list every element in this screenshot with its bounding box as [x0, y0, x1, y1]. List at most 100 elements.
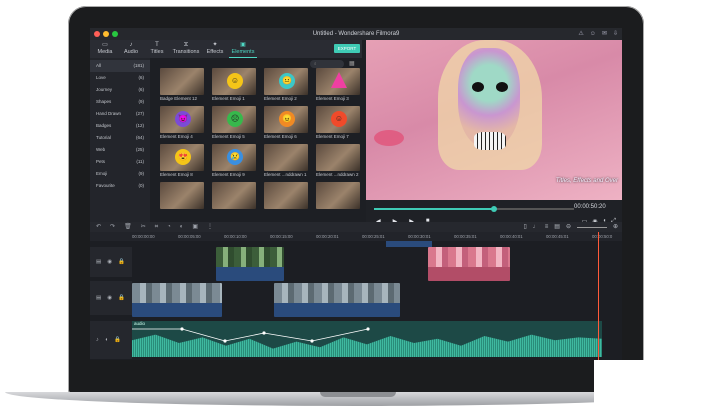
- category-item[interactable]: Favourite (0): [90, 180, 150, 192]
- tab-media[interactable]: ▭ Media: [93, 40, 117, 58]
- title-clip[interactable]: [386, 241, 432, 247]
- mic-icon[interactable]: ♩: [533, 222, 539, 232]
- element-thumbnail[interactable]: [264, 182, 308, 217]
- search-input[interactable]: ⌕: [310, 60, 344, 68]
- category-item[interactable]: Love (6): [90, 72, 150, 84]
- split-icon[interactable]: ⋮: [207, 222, 213, 232]
- message-icon[interactable]: ✉: [602, 28, 607, 40]
- crop-icon[interactable]: ⌗: [155, 222, 158, 232]
- tab-titles[interactable]: T Titles: [145, 40, 169, 58]
- redo-icon[interactable]: ↷: [110, 222, 115, 232]
- element-thumbnail[interactable]: ☺ Element Emoji 1: [212, 68, 256, 103]
- title-bar: Untitled - Wondershare Filmora9 ⚠ ☺ ✉ ⇩: [90, 28, 622, 40]
- element-label: Element Emoji 5: [212, 134, 245, 139]
- tab-elements[interactable]: ▣ Elements: [229, 40, 257, 58]
- ruler-tick-label: 00:00:50:0: [592, 234, 613, 239]
- element-label: Element Emoji 7: [316, 134, 349, 139]
- playback-progress[interactable]: [374, 206, 574, 212]
- tab-transitions[interactable]: ⧖ Transitions: [171, 40, 201, 58]
- element-label: Badge Element 12: [160, 96, 198, 101]
- music-icon: ♪: [129, 42, 133, 48]
- category-count: (25): [135, 147, 144, 152]
- tab-label: Effects: [206, 49, 224, 55]
- ruler-tick-label: 00:00:35:01: [454, 234, 477, 239]
- category-item[interactable]: Web (25): [90, 144, 150, 156]
- speed-icon[interactable]: ◔: [167, 222, 171, 232]
- color-icon[interactable]: ◐: [180, 222, 184, 232]
- category-item[interactable]: Badges (12): [90, 120, 150, 132]
- minimize-window-button[interactable]: [103, 31, 109, 37]
- green-screen-icon[interactable]: ▣: [192, 222, 198, 232]
- audio-clip[interactable]: audio: [132, 321, 602, 357]
- element-thumbnail[interactable]: ☹ Element Emoji 5: [212, 106, 256, 141]
- alert-icon[interactable]: ⚠: [578, 28, 583, 40]
- lock-icon[interactable]: 🔒: [118, 295, 125, 301]
- delete-icon[interactable]: 🗑: [124, 222, 132, 232]
- ruler-tick-label: 00:00:40:01: [500, 234, 523, 239]
- zoom-out-icon[interactable]: ⊖: [566, 222, 571, 232]
- lips-overlay: [374, 130, 404, 146]
- tab-effects[interactable]: ✦ Effects: [203, 40, 227, 58]
- category-item[interactable]: Hand Drawn (27): [90, 108, 150, 120]
- cut-icon[interactable]: ✂: [141, 222, 146, 232]
- category-name: Hand Drawn: [96, 111, 122, 116]
- video-clip[interactable]: [216, 247, 284, 281]
- video-clip[interactable]: [132, 283, 222, 317]
- maximize-window-button[interactable]: [112, 31, 118, 37]
- export-button[interactable]: EXPORT: [334, 44, 360, 53]
- element-thumbnail[interactable]: [212, 182, 256, 217]
- progress-knob[interactable]: [491, 206, 497, 212]
- undo-icon[interactable]: ↶: [96, 222, 101, 232]
- element-thumbnail[interactable]: 😈 Element Emoji 4: [160, 106, 204, 141]
- ruler-tick-label: 00:00:10:00: [224, 234, 247, 239]
- category-item[interactable]: Pets (11): [90, 156, 150, 168]
- mixer-icon[interactable]: ≡: [545, 222, 549, 232]
- titlebar-icons: ⚠ ☺ ✉ ⇩: [578, 28, 618, 40]
- element-thumbnail[interactable]: 😠 Element Emoji 6: [264, 106, 308, 141]
- emoji-icon: 😠: [279, 111, 295, 127]
- category-name: Badges: [96, 123, 112, 128]
- category-item[interactable]: Emoji (9): [90, 168, 150, 180]
- element-thumbnail[interactable]: [316, 182, 360, 217]
- close-window-button[interactable]: [94, 31, 100, 37]
- thumbnail-image: [264, 144, 308, 171]
- element-thumbnail[interactable]: Badge Element 12: [160, 68, 204, 103]
- category-sidebar: All (181) Love (6) Journey (6) Shapes (9) Hand D…: [90, 58, 150, 222]
- element-label: Element Emoji 6: [264, 134, 297, 139]
- library-tabs: ▭ Media ♪ Audio T Titles ⧖ Transitions ✦ Effe…: [90, 40, 362, 58]
- element-thumbnail[interactable]: [160, 182, 204, 217]
- thumbnail-image: ☺: [316, 106, 360, 133]
- video-clip[interactable]: [428, 247, 510, 281]
- zoom-in-icon[interactable]: ⊕: [613, 222, 618, 232]
- grid-view-icon[interactable]: ▦: [349, 60, 355, 67]
- tab-audio[interactable]: ♪ Audio: [119, 40, 143, 58]
- window-title: Untitled - Wondershare Filmora9: [312, 31, 400, 37]
- category-item[interactable]: All (181): [90, 60, 150, 72]
- caption-icon[interactable]: ▤: [554, 222, 560, 232]
- category-count: (27): [135, 111, 144, 116]
- category-item[interactable]: Shapes (9): [90, 96, 150, 108]
- category-item[interactable]: Journey (6): [90, 84, 150, 96]
- left-eye: [472, 82, 484, 92]
- playhead[interactable]: [598, 232, 599, 360]
- download-icon[interactable]: ⇩: [613, 28, 618, 40]
- element-thumbnail[interactable]: 😢 Element Emoji 9: [212, 144, 256, 179]
- element-thumbnail[interactable]: 😍 Element Emoji 8: [160, 144, 204, 179]
- lock-icon[interactable]: 🔒: [118, 259, 125, 265]
- category-item[interactable]: Tutorial (64): [90, 132, 150, 144]
- marker-icon[interactable]: ▯: [523, 222, 526, 232]
- element-thumbnail[interactable]: 😐 Element Emoji 2: [264, 68, 308, 103]
- element-thumbnail[interactable]: Element ...nddrawn 1: [264, 144, 308, 179]
- volume-keyframes[interactable]: [132, 321, 602, 357]
- video-clip[interactable]: [274, 283, 400, 317]
- speaker-icon[interactable]: ◖: [105, 337, 108, 343]
- element-thumbnail[interactable]: Element Emoji 3: [316, 68, 360, 103]
- element-thumbnail[interactable]: ☺ Element Emoji 7: [316, 106, 360, 141]
- eye-icon[interactable]: ◉: [107, 259, 112, 265]
- account-icon[interactable]: ☺: [590, 28, 596, 40]
- lock-icon[interactable]: 🔒: [114, 337, 121, 343]
- element-thumbnail[interactable]: Element ...nddrawn 2: [316, 144, 360, 179]
- thumbnail-image: [264, 182, 308, 209]
- zoom-slider[interactable]: [576, 226, 607, 228]
- eye-icon[interactable]: ◉: [107, 295, 112, 301]
